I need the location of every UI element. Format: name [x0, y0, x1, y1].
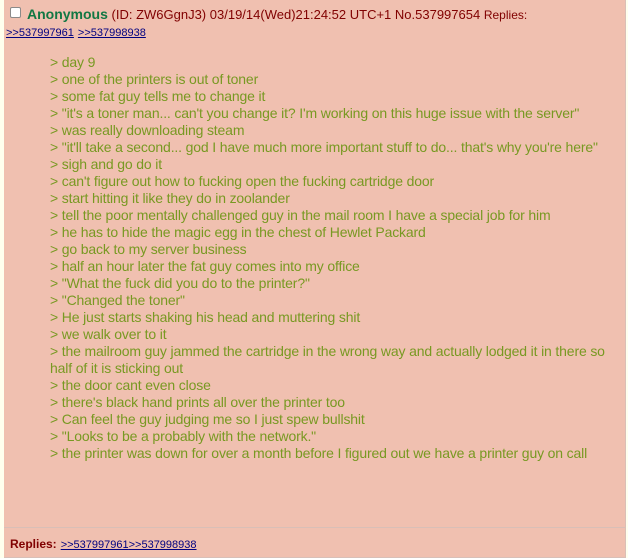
greentext-line: > tell the poor mentally challenged guy … — [50, 207, 551, 223]
greentext-line: > the door cant even close — [50, 377, 211, 393]
greentext-line: > Can feel the guy judging me so I just … — [50, 411, 365, 427]
footer-reply-link[interactable]: >>537997961 — [61, 539, 129, 551]
greentext-line: > sigh and go do it — [50, 156, 162, 172]
greentext-line: > "Changed the toner" — [50, 292, 185, 308]
post-datetime: 03/19/14(Wed)21:24:52 UTC+1 — [209, 7, 392, 22]
footer-replies: Replies: >>537997961>>537998938 — [10, 537, 197, 552]
greentext-line: > go back to my server business — [50, 241, 247, 257]
footer-reply-link[interactable]: >>537998938 — [129, 539, 197, 551]
greentext-line: > He just starts shaking his head and mu… — [50, 309, 361, 325]
greentext-line: > there's black hand prints all over the… — [50, 394, 345, 410]
greentext-line: > we walk over to it — [50, 326, 167, 342]
greentext-line: > "it's a toner man... can't you change … — [50, 105, 580, 121]
header-reply-link[interactable]: >>537998938 — [78, 27, 146, 39]
greentext-line: > the mailroom guy jammed the cartridge … — [50, 343, 605, 376]
greentext-line: > start hitting it like they do in zoola… — [50, 190, 290, 206]
header-replies-label: Replies: — [483, 8, 528, 22]
post-header: Anonymous (ID: ZW6GgnJ3) 03/19/14(Wed)21… — [10, 4, 610, 25]
greentext-line: > one of the printers is out of toner — [50, 71, 259, 87]
post-select-checkbox[interactable] — [10, 7, 21, 18]
greentext-line: > can't figure out how to fucking open t… — [50, 173, 435, 189]
greentext-line: > day 9 — [50, 54, 96, 70]
post-body: > day 9 > one of the printers is out of … — [50, 54, 605, 462]
poster-name: Anonymous — [27, 6, 108, 22]
post-footer: Replies: >>537997961>>537998938 — [4, 527, 626, 551]
greentext-line: > some fat guy tells me to change it — [50, 88, 266, 104]
greentext-line: > he has to hide the magic egg in the ch… — [50, 224, 426, 240]
greentext-line: > "What the fuck did you do to the print… — [50, 275, 310, 291]
post-container: Anonymous (ID: ZW6GgnJ3) 03/19/14(Wed)21… — [4, 0, 626, 558]
greentext-line: > was really downloading steam — [50, 122, 245, 138]
header-reply-link[interactable]: >>537997961 — [6, 27, 74, 39]
footer-replies-label: Replies: — [10, 537, 57, 551]
post-number[interactable]: No.537997654 — [395, 7, 480, 22]
header-reply-links: >>537997961 >>537998938 — [6, 26, 150, 40]
greentext-line: > half an hour later the fat guy comes i… — [50, 258, 360, 274]
poster-id[interactable]: (ID: ZW6GgnJ3) — [112, 7, 207, 22]
greentext-line: > the printer was down for over a month … — [50, 445, 588, 461]
greentext-line: > "it'll take a second... god I have muc… — [50, 139, 598, 155]
greentext-line: > "Looks to be a probably with the netwo… — [50, 428, 316, 444]
